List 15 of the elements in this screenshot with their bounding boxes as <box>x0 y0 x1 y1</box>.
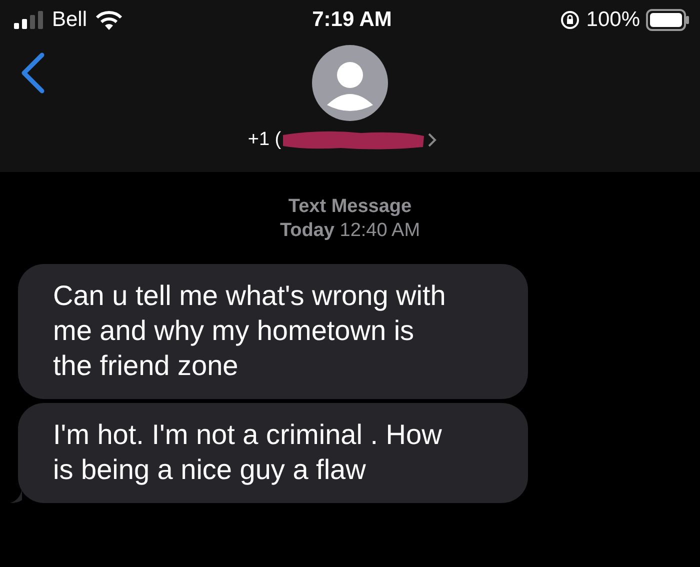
message-text: Can u tell me what's wrong with me and why my hometown is the friend zone <box>53 279 446 383</box>
carrier-name: Bell <box>52 8 88 32</box>
signal-icon <box>14 11 44 29</box>
back-icon[interactable] <box>20 52 46 94</box>
thread-timestamp: Today 12:40 AM <box>280 220 420 242</box>
message-text: I'm hot. I'm not a criminal . How is being a nice guy a flaw <box>53 418 442 487</box>
status-time: 7:19 AM <box>312 8 392 32</box>
battery-percent: 100% <box>586 8 640 32</box>
thread-label: Text Message <box>288 196 412 218</box>
chevron-icon <box>426 131 438 149</box>
wifi-icon <box>95 10 124 30</box>
avatar-icon[interactable] <box>312 45 388 121</box>
contact-number[interactable]: +1 ( <box>248 129 282 151</box>
battery-icon <box>646 9 690 31</box>
rotation-lock-icon <box>560 10 580 30</box>
